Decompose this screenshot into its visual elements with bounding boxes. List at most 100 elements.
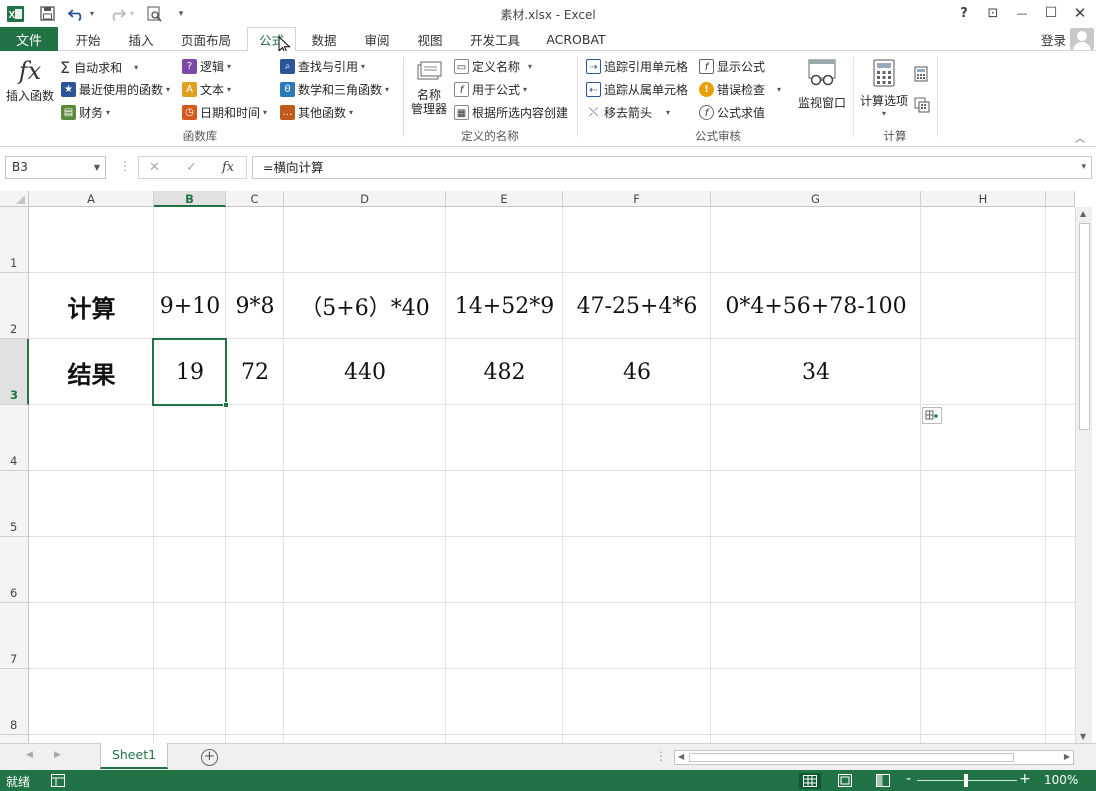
column-header-h[interactable]: H [921, 191, 1046, 207]
tab-page-layout[interactable]: 页面布局 [168, 27, 244, 51]
tab-split-grip-icon[interactable]: ⋮ [655, 749, 667, 763]
math-trig-button[interactable]: θ 数学和三角函数 ▾ [280, 81, 389, 98]
error-checking-button[interactable]: ! 错误检查 ▾ [699, 81, 781, 98]
quick-analysis-icon[interactable] [922, 407, 942, 424]
avatar[interactable] [1070, 28, 1094, 50]
define-name-button[interactable]: ▭ 定义名称 ▾ [454, 58, 532, 75]
row-header-8[interactable]: 8 [0, 669, 29, 735]
tab-acrobat[interactable]: ACROBAT [536, 27, 616, 51]
cell-a3[interactable]: 结果 [29, 339, 154, 405]
column-header-b[interactable]: B [154, 191, 226, 207]
ribbon-display-button[interactable]: ⊡ [982, 4, 1004, 22]
cancel-icon[interactable]: ✕ [149, 160, 160, 175]
lookup-reference-button[interactable]: ⌕ 查找与引用 ▾ [280, 58, 365, 75]
cell-c3[interactable]: 72 [226, 339, 284, 405]
insert-function-button[interactable]: fx 插入函数 [4, 57, 56, 104]
vertical-scrollbar[interactable]: ▲ ▼ [1075, 207, 1092, 743]
zoom-slider-thumb[interactable] [964, 774, 968, 787]
create-from-selection-button[interactable]: ▦ 根据所选内容创建 [454, 104, 568, 121]
column-header-a[interactable]: A [29, 191, 154, 207]
cell-d2[interactable]: （5+6）*40 [284, 273, 446, 339]
previous-sheet-icon[interactable]: ◀ [26, 750, 33, 760]
minimize-button[interactable]: — [1011, 4, 1033, 22]
cell-d3[interactable]: 440 [284, 339, 446, 405]
expand-formula-bar-icon[interactable]: ▾ [1081, 157, 1086, 178]
calculate-now-icon[interactable] [914, 66, 928, 85]
enter-icon[interactable]: ✓ [186, 160, 197, 175]
scroll-up-icon[interactable]: ▲ [1080, 209, 1086, 218]
calculation-options-button[interactable]: 计算选项 ▾ [857, 59, 911, 118]
name-manager-button[interactable]: 名称 管理器 [408, 59, 450, 116]
row-header-1[interactable]: 1 [0, 207, 29, 273]
tab-review[interactable]: 审阅 [352, 27, 402, 51]
scroll-down-icon[interactable]: ▼ [1080, 732, 1086, 741]
tab-file[interactable]: 文件 [0, 27, 58, 51]
name-box[interactable]: B3 ▼ [5, 156, 106, 179]
macro-record-icon[interactable] [51, 774, 65, 790]
horizontal-scroll-thumb[interactable] [689, 753, 1014, 762]
zoom-out-button[interactable]: - [906, 771, 911, 787]
cell-c2[interactable]: 9*8 [226, 273, 284, 339]
zoom-in-button[interactable]: + [1019, 771, 1031, 787]
cell-f3[interactable]: 46 [563, 339, 711, 405]
fill-handle[interactable] [223, 402, 229, 408]
row-header-2[interactable]: 2 [0, 273, 29, 339]
row-header-3[interactable]: 3 [0, 339, 29, 405]
more-functions-button[interactable]: … 其他函数 ▾ [280, 104, 353, 121]
add-sheet-button[interactable]: + [201, 749, 218, 766]
autosum-button[interactable]: Σ 自动求和 ▾ [60, 58, 138, 77]
column-header-e[interactable]: E [446, 191, 563, 207]
use-in-formula-button[interactable]: f 用于公式 ▾ [454, 81, 527, 98]
tab-developer[interactable]: 开发工具 [460, 27, 530, 51]
cell-e3[interactable]: 482 [446, 339, 563, 405]
page-layout-view-icon[interactable] [838, 774, 852, 790]
collapse-ribbon-icon[interactable]: ︿ [1075, 130, 1085, 145]
insert-function-icon[interactable]: fx [222, 160, 234, 175]
column-header-g[interactable]: G [711, 191, 921, 207]
maximize-button[interactable]: ☐ [1040, 4, 1062, 22]
select-all-corner[interactable] [0, 191, 29, 207]
row-header-6[interactable]: 6 [0, 537, 29, 603]
normal-view-icon[interactable] [799, 773, 821, 789]
vertical-scroll-thumb[interactable] [1079, 223, 1090, 430]
watch-window-button[interactable]: 监视窗口 [795, 59, 849, 111]
sheet-tab-sheet1[interactable]: Sheet1 [100, 743, 168, 769]
cell-a2[interactable]: 计算 [29, 273, 154, 339]
financial-button[interactable]: ▤ 财务 ▾ [61, 104, 110, 121]
logical-button[interactable]: ? 逻辑 ▾ [182, 58, 231, 75]
formula-input[interactable]: =横向计算 ▾ [252, 156, 1092, 179]
scroll-left-icon[interactable]: ◀ [678, 752, 684, 761]
evaluate-formula-button[interactable]: f 公式求值 [699, 104, 765, 121]
text-button[interactable]: A 文本 ▾ [182, 81, 231, 98]
show-formulas-button[interactable]: f 显示公式 [699, 58, 765, 75]
zoom-level[interactable]: 100% [1044, 773, 1078, 787]
trace-dependents-button[interactable]: ⇠ 追踪从属单元格 [586, 81, 688, 98]
trace-precedents-button[interactable]: ⇢ 追踪引用单元格 [586, 58, 688, 75]
page-break-view-icon[interactable] [876, 774, 890, 790]
cell-f2[interactable]: 47-25+4*6 [563, 273, 711, 339]
scroll-right-icon[interactable]: ▶ [1064, 752, 1070, 761]
cell-g2[interactable]: 0*4+56+78-100 [711, 273, 921, 339]
tab-home[interactable]: 开始 [62, 27, 114, 51]
cell-e2[interactable]: 14+52*9 [446, 273, 563, 339]
tab-data[interactable]: 数据 [300, 27, 348, 51]
help-button[interactable]: ? [953, 4, 975, 22]
tab-view[interactable]: 视图 [405, 27, 455, 51]
next-sheet-icon[interactable]: ▶ [54, 750, 61, 760]
cell-g3[interactable]: 34 [711, 339, 921, 405]
column-header-c[interactable]: C [226, 191, 284, 207]
remove-arrows-button[interactable]: ⤬ 移去箭头 ▾ [586, 104, 670, 121]
column-header-f[interactable]: F [563, 191, 711, 207]
datetime-button[interactable]: ◷ 日期和时间 ▾ [182, 104, 267, 121]
row-header-5[interactable]: 5 [0, 471, 29, 537]
horizontal-scrollbar[interactable]: ◀ ▶ [674, 750, 1074, 765]
tab-insert[interactable]: 插入 [116, 27, 166, 51]
login-link[interactable]: 登录 [1041, 30, 1066, 49]
cell-b2[interactable]: 9+10 [154, 273, 226, 339]
row-header-7[interactable]: 7 [0, 603, 29, 669]
column-header-d[interactable]: D [284, 191, 446, 207]
recent-functions-button[interactable]: ★ 最近使用的函数 ▾ [61, 81, 170, 98]
close-button[interactable]: ✕ [1069, 4, 1091, 22]
row-header-4[interactable]: 4 [0, 405, 29, 471]
calculate-sheet-icon[interactable] [914, 97, 930, 116]
